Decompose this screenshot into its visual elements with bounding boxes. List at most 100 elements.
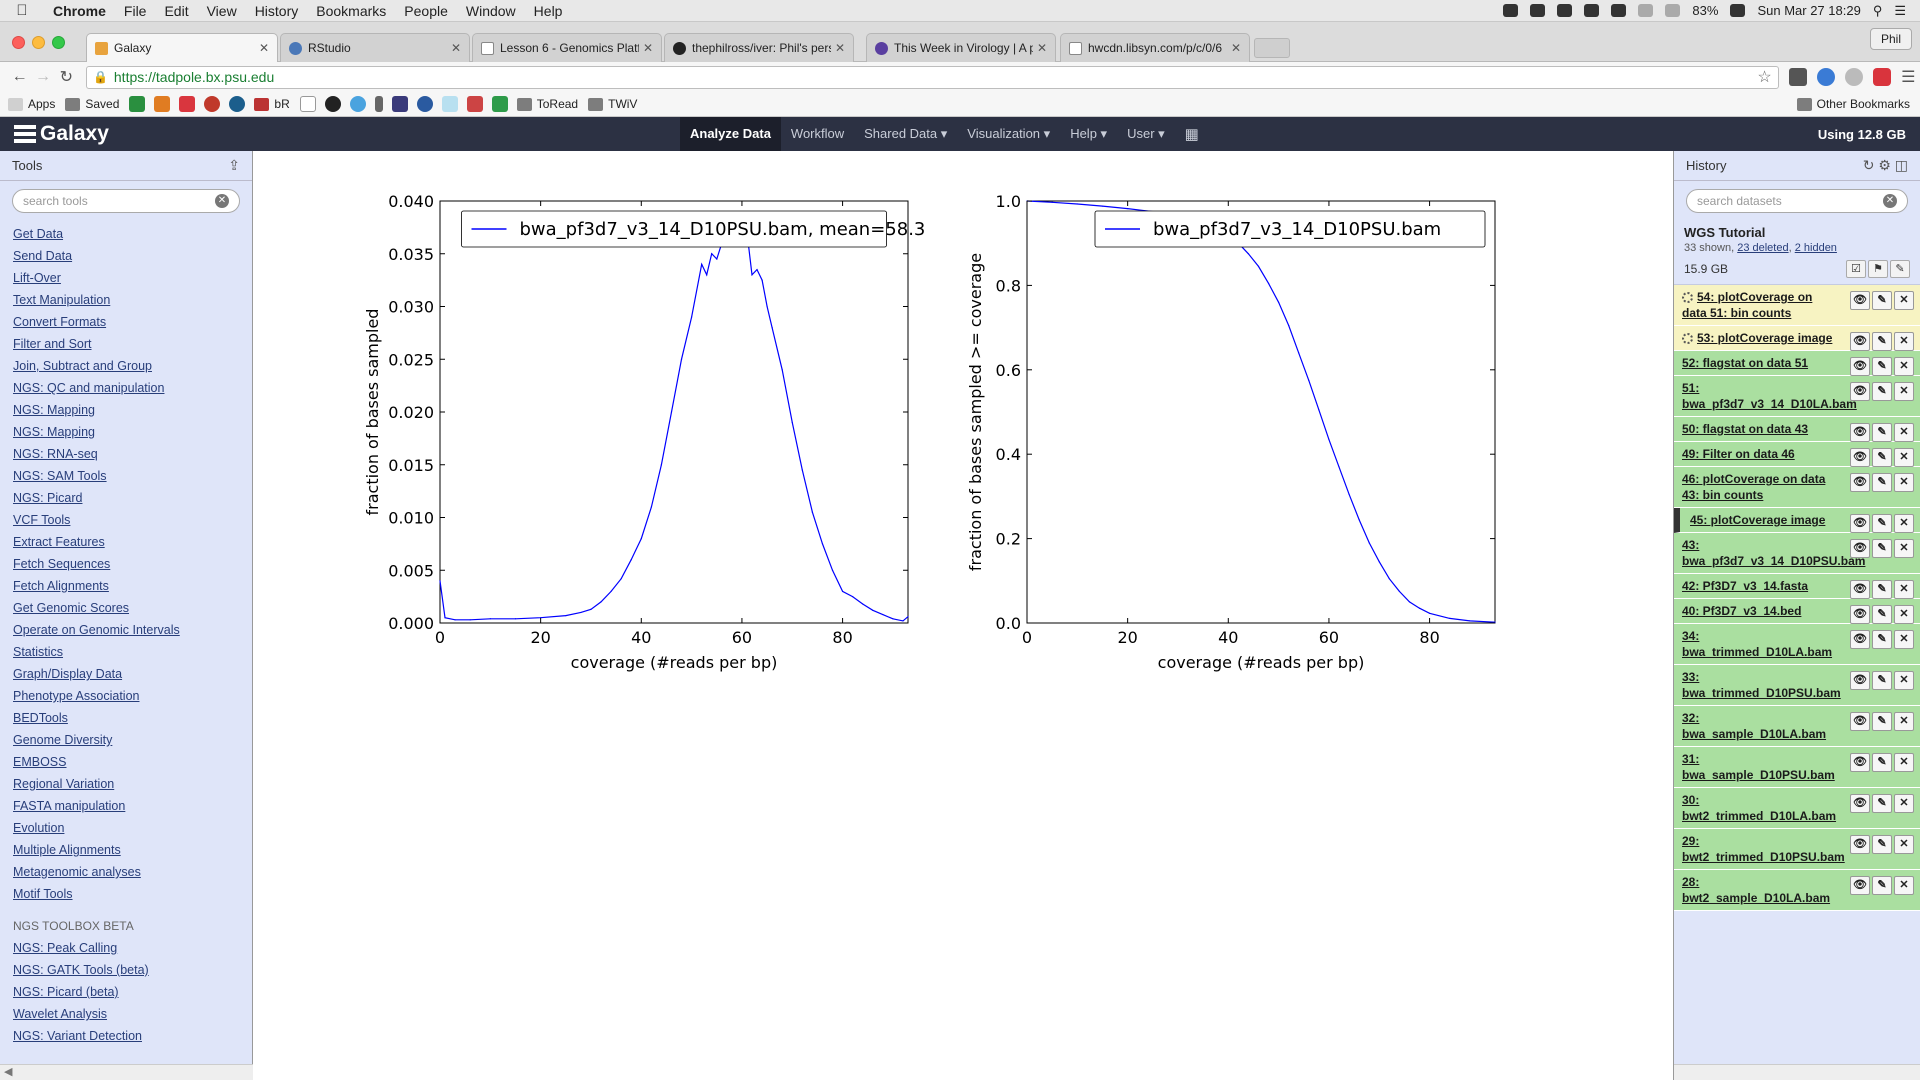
bookmark-br[interactable]: bR [254,97,290,111]
nav-visualization[interactable]: Visualization ▾ [957,117,1060,151]
address-bar[interactable]: 🔒 https://tadpole.bx.psu.edu ☆ [85,65,1779,89]
menu-people[interactable]: People [395,3,457,19]
close-icon[interactable]: ✕ [451,41,461,55]
menu-help[interactable]: Help [525,3,572,19]
tool-section-link[interactable]: Extract Features [13,531,239,553]
eye-icon[interactable]: 👁 [1850,539,1870,558]
forward-arrow-icon[interactable]: → [31,68,54,86]
bookmark-icon[interactable] [229,96,246,112]
menu-edit[interactable]: Edit [155,3,197,19]
info-icon[interactable] [1530,4,1546,17]
delete-x-icon[interactable]: ✕ [1894,332,1914,351]
pencil-icon[interactable]: ✎ [1872,357,1892,376]
bookmark-star-icon[interactable]: ☆ [1757,67,1771,87]
dataset-title[interactable]: 45: plotCoverage image [1690,513,1825,527]
history-dataset[interactable]: 31: bwa_sample_D10PSU.bam 👁 ✎ ✕ [1674,747,1920,788]
notification-center-icon[interactable]: ☰ [1894,3,1906,19]
tool-search-input[interactable]: search tools ✕ [12,189,240,213]
bookmark-icon[interactable] [154,96,171,112]
dataset-title[interactable]: 40: Pf3D7_v3_14.bed [1682,604,1801,618]
select-all-icon[interactable]: ☑ [1846,260,1866,278]
history-dataset[interactable]: 32: bwa_sample_D10LA.bam 👁 ✎ ✕ [1674,706,1920,747]
history-dataset[interactable]: 43: bwa_pf3d7_v3_14_D10PSU.bam 👁 ✎ ✕ [1674,533,1920,574]
history-dataset[interactable]: 51: bwa_pf3d7_v3_14_D10LA.bam 👁 ✎ ✕ [1674,376,1920,417]
tool-section-link[interactable]: Join, Subtract and Group [13,355,239,377]
tool-section-link[interactable]: Convert Formats [13,311,239,333]
dataset-title[interactable]: 33: bwa_trimmed_D10PSU.bam [1682,670,1841,700]
pencil-icon[interactable]: ✎ [1872,448,1892,467]
horizontal-scrollbar[interactable] [1674,1064,1920,1080]
dataset-title[interactable]: 28: bwt2_sample_D10LA.bam [1682,875,1830,905]
dataset-title[interactable]: 29: bwt2_trimmed_D10PSU.bam [1682,834,1845,864]
pocket-icon[interactable] [1788,68,1807,86]
bookmark-icon[interactable] [466,96,483,112]
dataset-title[interactable]: 54: plotCoverage on data 51: bin counts [1682,290,1812,320]
dataset-title[interactable]: 31: bwa_sample_D10PSU.bam [1682,752,1835,782]
tool-section-link[interactable]: Get Genomic Scores [13,597,239,619]
clock[interactable]: Sun Mar 27 18:29 [1757,3,1860,18]
spotlight-icon[interactable]: ⚲ [1873,3,1883,19]
reload-icon[interactable]: ↻ [55,67,78,87]
bookmark-icon[interactable] [391,96,408,112]
delete-x-icon[interactable]: ✕ [1894,291,1914,310]
delete-x-icon[interactable]: ✕ [1894,671,1914,690]
dataset-title[interactable]: 49: Filter on data 46 [1682,447,1795,461]
eye-icon[interactable]: 👁 [1850,332,1870,351]
tool-section-link[interactable]: NGS: GATK Tools (beta) [13,959,239,981]
tool-section-link[interactable]: Statistics [13,641,239,663]
eye-icon[interactable]: 👁 [1850,835,1870,854]
pencil-icon[interactable]: ✎ [1872,539,1892,558]
delete-x-icon[interactable]: ✕ [1894,753,1914,772]
delete-x-icon[interactable]: ✕ [1894,630,1914,649]
tags-icon[interactable]: ⚑ [1868,260,1888,278]
delete-x-icon[interactable]: ✕ [1894,580,1914,599]
drive-icon[interactable] [129,96,146,112]
profile-button[interactable]: Phil [1870,28,1912,50]
tool-section-link[interactable]: EMBOSS [13,751,239,773]
deleted-link[interactable]: 23 deleted [1737,242,1788,254]
delete-x-icon[interactable]: ✕ [1894,794,1914,813]
eye-icon[interactable]: 👁 [1850,423,1870,442]
battery-icon[interactable] [1730,4,1746,17]
tool-section-link[interactable]: BEDTools [13,707,239,729]
eye-icon[interactable]: 👁 [1850,876,1870,895]
menu-history[interactable]: History [246,3,308,19]
history-dataset[interactable]: 33: bwa_trimmed_D10PSU.bam 👁 ✎ ✕ [1674,665,1920,706]
scratchbook-grid-icon[interactable]: ▦ [1175,125,1209,143]
nav-analyze-data[interactable]: Analyze Data [680,117,781,151]
galaxy-logo[interactable]: Galaxy [0,122,680,146]
tool-section-link[interactable]: Operate on Genomic Intervals [13,619,239,641]
delete-x-icon[interactable]: ✕ [1894,605,1914,624]
bluetooth-icon[interactable] [1638,4,1654,17]
apple-icon[interactable]:  [0,2,44,19]
bookmark-folder-twiv[interactable]: TWiV [588,97,637,111]
delete-x-icon[interactable]: ✕ [1894,712,1914,731]
eye-icon[interactable]: 👁 [1850,473,1870,492]
columns-icon[interactable]: ◫ [1895,157,1908,173]
history-dataset[interactable]: 54: plotCoverage on data 51: bin counts 👁… [1674,285,1920,326]
clear-search-icon[interactable]: ✕ [215,194,229,208]
eye-icon[interactable]: 👁 [1850,291,1870,310]
tool-section-link[interactable]: Text Manipulation [13,289,239,311]
delete-x-icon[interactable]: ✕ [1894,382,1914,401]
history-dataset[interactable]: 29: bwt2_trimmed_D10PSU.bam 👁 ✎ ✕ [1674,829,1920,870]
tool-section-link[interactable]: Motif Tools [13,883,239,905]
tool-section-link[interactable]: NGS: Mapping [13,399,239,421]
eye-icon[interactable]: 👁 [1850,753,1870,772]
dataset-title[interactable]: 32: bwa_sample_D10LA.bam [1682,711,1826,741]
history-dataset[interactable]: 45: plotCoverage image 👁 ✎ ✕ [1674,508,1920,533]
delete-x-icon[interactable]: ✕ [1894,514,1914,533]
bookmark-icon[interactable] [441,96,458,112]
menu-file[interactable]: File [115,3,156,19]
hidden-link[interactable]: 2 hidden [1795,242,1837,254]
tab-github[interactable]: thephilross/iver: Phil's pers ✕ [664,33,854,62]
tool-section-link[interactable]: NGS: RNA-seq [13,443,239,465]
tool-section-link[interactable]: NGS: Picard (beta) [13,981,239,1003]
gear-icon[interactable]: ⚙ [1878,157,1891,173]
github-icon[interactable] [324,96,341,112]
delete-x-icon[interactable]: ✕ [1894,835,1914,854]
tool-section-link[interactable]: Multiple Alignments [13,839,239,861]
pencil-icon[interactable]: ✎ [1872,423,1892,442]
pencil-icon[interactable]: ✎ [1872,630,1892,649]
eye-icon[interactable]: 👁 [1850,580,1870,599]
